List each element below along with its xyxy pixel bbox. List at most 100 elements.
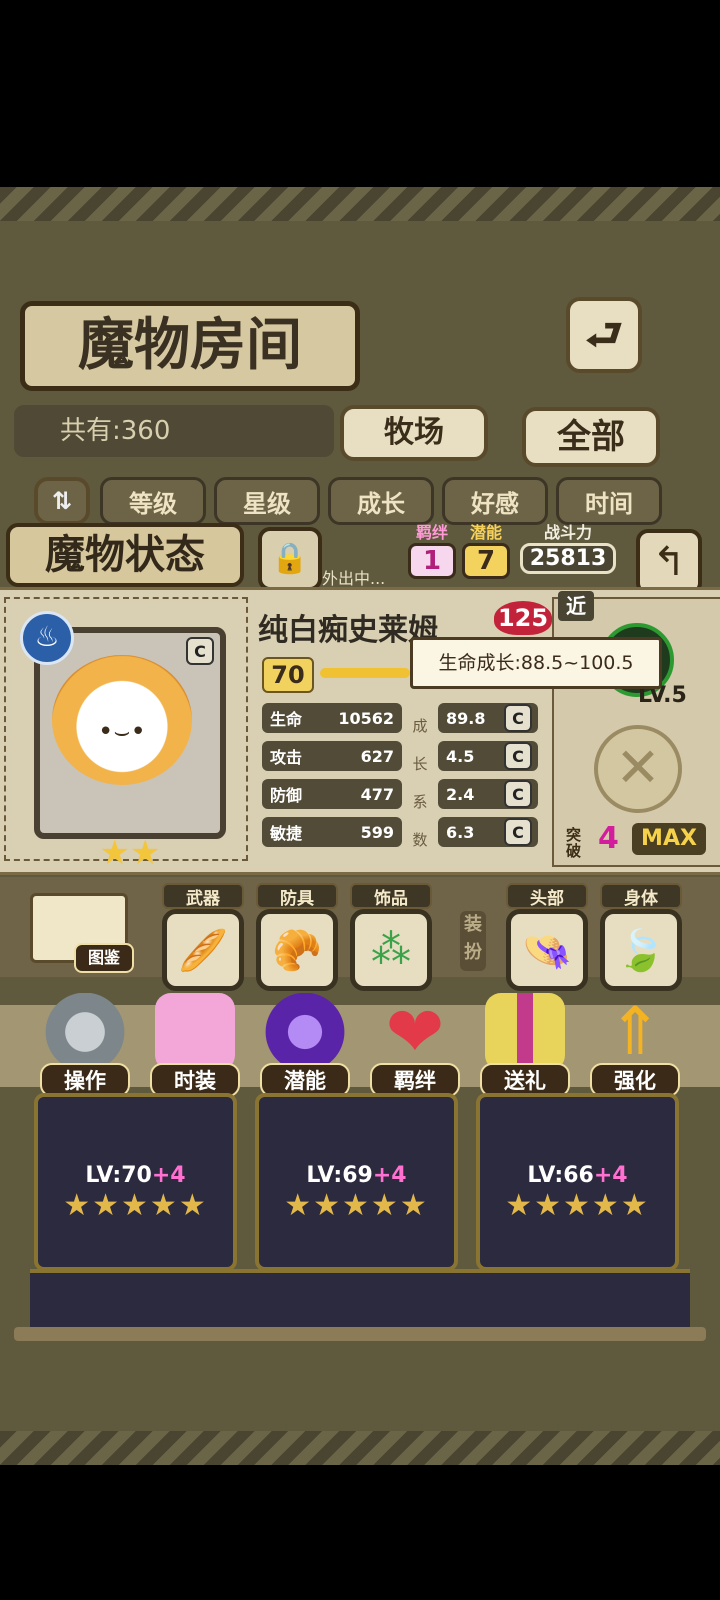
action-bond[interactable]: ❤ 羁绊 bbox=[370, 993, 460, 1097]
action-label: 潜能 bbox=[260, 1063, 350, 1097]
action-label: 强化 bbox=[590, 1063, 680, 1097]
encyclopedia-button[interactable]: 图鉴 bbox=[30, 893, 134, 973]
range-tag: 近 bbox=[558, 591, 594, 621]
action-operate[interactable]: 操作 bbox=[40, 993, 130, 1097]
growth-side-label: 成长系数 bbox=[412, 717, 428, 849]
tab-pasture[interactable]: 牧场 bbox=[340, 405, 488, 461]
game-screen: 魔物房间 ⮐ 共有:360 牧场 全部 ⇅ 等级 星级 成长 好感 时间 魔物状… bbox=[0, 187, 720, 1465]
bread-icon: 🥖 bbox=[162, 909, 244, 991]
title-plate: 魔物房间 bbox=[20, 301, 360, 391]
clothing-icon bbox=[155, 993, 235, 1071]
card-stars: ★★★★★ bbox=[505, 1188, 650, 1223]
list-bottom-frame bbox=[14, 1327, 706, 1341]
card-row-partial bbox=[30, 1269, 690, 1329]
card-level: LV:66+4 bbox=[480, 1163, 675, 1188]
potential-label: 潜能 bbox=[469, 523, 502, 542]
return-arrow-icon: ↰ bbox=[652, 539, 686, 585]
sort-tab-label: 时间 bbox=[585, 489, 633, 518]
tab-all[interactable]: 全部 bbox=[522, 407, 660, 467]
slot-label: 头部 bbox=[506, 883, 588, 909]
potential-value: 7 bbox=[462, 543, 510, 579]
action-potential[interactable]: 潜能 bbox=[260, 993, 350, 1097]
monster-card[interactable]: LV:70+4 ★★★★★ bbox=[34, 1093, 237, 1271]
remove-button[interactable]: ✕ bbox=[594, 725, 682, 813]
growth-agility[interactable]: 6.3 C bbox=[438, 817, 538, 847]
sort-tab-label: 成长 bbox=[357, 489, 405, 518]
action-label: 时装 bbox=[150, 1063, 240, 1097]
sort-tab-label: 星级 bbox=[243, 489, 291, 518]
growth-hp[interactable]: 89.8 C bbox=[438, 703, 538, 733]
tab-all-label: 全部 bbox=[557, 417, 625, 457]
water-element-icon: ♨ bbox=[20, 611, 74, 665]
monster-card[interactable]: LV:69+4 ★★★★★ bbox=[255, 1093, 458, 1271]
grade-text: C bbox=[186, 637, 214, 665]
hat-icon: 👒 bbox=[506, 909, 588, 991]
close-status-button[interactable]: ↰ bbox=[636, 529, 702, 595]
sort-tab-time[interactable]: 时间 bbox=[556, 477, 662, 525]
sort-toggle-button[interactable]: ⇅ bbox=[34, 477, 90, 525]
hearts-icon: ❤ bbox=[385, 991, 445, 1073]
sort-tab-affection[interactable]: 好感 bbox=[442, 477, 548, 525]
monster-card[interactable]: LV:66+4 ★★★★★ bbox=[476, 1093, 679, 1271]
sort-tab-star[interactable]: 星级 bbox=[214, 477, 320, 525]
stat-value: 10562 bbox=[338, 708, 394, 728]
bond-badge: 羁绊 1 bbox=[408, 519, 456, 579]
away-status: 外出中... bbox=[322, 569, 386, 588]
level-badge: 70 bbox=[262, 657, 314, 693]
bottom-border bbox=[0, 1431, 720, 1465]
card-level-text: LV:66 bbox=[527, 1163, 594, 1188]
action-enhance[interactable]: ⇑ 强化 bbox=[590, 993, 680, 1097]
bond-label: 羁绊 bbox=[415, 523, 448, 542]
action-label: 送礼 bbox=[480, 1063, 570, 1097]
growth-grade: C bbox=[504, 818, 532, 846]
stat-agility: 敏捷 599 bbox=[262, 817, 402, 847]
back-button[interactable]: ⮐ bbox=[566, 297, 642, 373]
slot-label: 身体 bbox=[600, 883, 682, 909]
name-level-badge: 125 bbox=[494, 601, 552, 635]
growth-value: 2.4 bbox=[446, 784, 475, 804]
action-fashion[interactable]: 时装 bbox=[150, 993, 240, 1097]
card-level-plus: +4 bbox=[593, 1163, 628, 1188]
monster-count: 共有:360 bbox=[60, 416, 171, 446]
growth-value: 89.8 bbox=[446, 708, 486, 728]
growth-attack[interactable]: 4.5 C bbox=[438, 741, 538, 771]
card-level: LV:70+4 bbox=[38, 1163, 233, 1188]
slot-weapon[interactable]: 武器 🥖 bbox=[162, 883, 244, 991]
gift-icon bbox=[485, 993, 565, 1071]
stat-label: 生命 bbox=[270, 710, 303, 729]
sort-tab-growth[interactable]: 成长 bbox=[328, 477, 434, 525]
card-level: LV:69+4 bbox=[259, 1163, 454, 1188]
stat-label: 防御 bbox=[270, 786, 303, 805]
leaf-icon: 🍃 bbox=[600, 909, 682, 991]
slot-head[interactable]: 头部 👒 bbox=[506, 883, 588, 991]
card-level-text: LV:69 bbox=[306, 1163, 373, 1188]
card-stars: ★★★★★ bbox=[63, 1188, 208, 1223]
card-stars: ★★★★★ bbox=[284, 1188, 429, 1223]
star-icon: ★ bbox=[130, 833, 161, 873]
stat-value: 477 bbox=[360, 784, 394, 804]
growth-grade: C bbox=[504, 704, 532, 732]
potential-badge: 潜能 7 bbox=[462, 519, 510, 579]
slot-armor[interactable]: 防具 🥐 bbox=[256, 883, 338, 991]
power-value: 25813 bbox=[520, 543, 616, 574]
slot-body[interactable]: 身体 🍃 bbox=[600, 883, 682, 991]
stat-hp: 生命 10562 bbox=[262, 703, 402, 733]
dress-label: 装扮 bbox=[460, 911, 486, 971]
action-gift[interactable]: 送礼 bbox=[480, 993, 570, 1097]
sort-tab-level[interactable]: 等级 bbox=[100, 477, 206, 525]
upgrade-arrows-icon: ⇑ bbox=[607, 993, 663, 1070]
action-label: 羁绊 bbox=[370, 1063, 460, 1097]
slot-accessory[interactable]: 饰品 ⁂ bbox=[350, 883, 432, 991]
stat-defense: 防御 477 bbox=[262, 779, 402, 809]
stat-value: 599 bbox=[360, 822, 394, 842]
growth-defense[interactable]: 2.4 C bbox=[438, 779, 538, 809]
action-label: 操作 bbox=[40, 1063, 130, 1097]
bond-value: 1 bbox=[408, 543, 456, 579]
breakthrough-value: 4 bbox=[598, 821, 619, 856]
close-icon: ✕ bbox=[615, 736, 661, 799]
stat-attack: 攻击 627 bbox=[262, 741, 402, 771]
grade-badge: C bbox=[186, 637, 214, 665]
growth-grade: C bbox=[504, 742, 532, 770]
growth-grade: C bbox=[504, 780, 532, 808]
lock-button[interactable]: 🔒 bbox=[258, 527, 322, 591]
